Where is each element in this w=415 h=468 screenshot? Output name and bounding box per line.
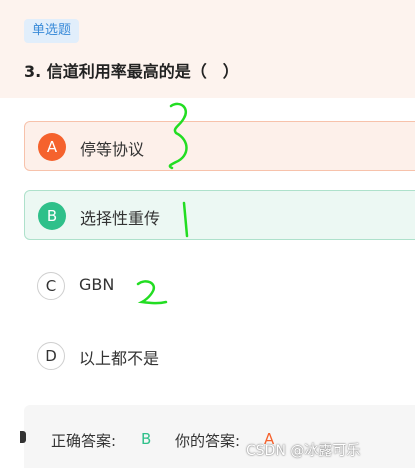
option-c-letter: C bbox=[37, 272, 65, 300]
option-b-letter: B bbox=[38, 202, 66, 230]
your-answer-label: 你的答案: bbox=[175, 432, 241, 450]
option-a-letter: A bbox=[38, 133, 66, 161]
option-b-text: 选择性重传 bbox=[80, 209, 161, 228]
bar-handle-icon bbox=[20, 431, 26, 443]
question-type-tag: 单选题 bbox=[24, 19, 80, 43]
option-c[interactable]: C GBN bbox=[24, 261, 415, 311]
option-d-text: 以上都不是 bbox=[79, 349, 160, 368]
option-b[interactable]: B 选择性重传 bbox=[24, 190, 415, 240]
option-a[interactable]: A 停等协议 bbox=[24, 121, 415, 171]
option-a-text: 停等协议 bbox=[80, 140, 145, 159]
option-d-letter: D bbox=[37, 342, 65, 370]
question-header: 单选题 3. 信道利用率最高的是（ ） bbox=[0, 0, 415, 98]
question-title: 3. 信道利用率最高的是（ ） bbox=[24, 62, 239, 81]
option-d[interactable]: D 以上都不是 bbox=[24, 331, 415, 381]
correct-answer-label: 正确答案: bbox=[51, 432, 117, 450]
option-c-text: GBN bbox=[79, 275, 115, 294]
csdn-watermark: CSDN @冰露可乐 bbox=[246, 443, 361, 459]
correct-answer-value: B bbox=[141, 430, 152, 448]
